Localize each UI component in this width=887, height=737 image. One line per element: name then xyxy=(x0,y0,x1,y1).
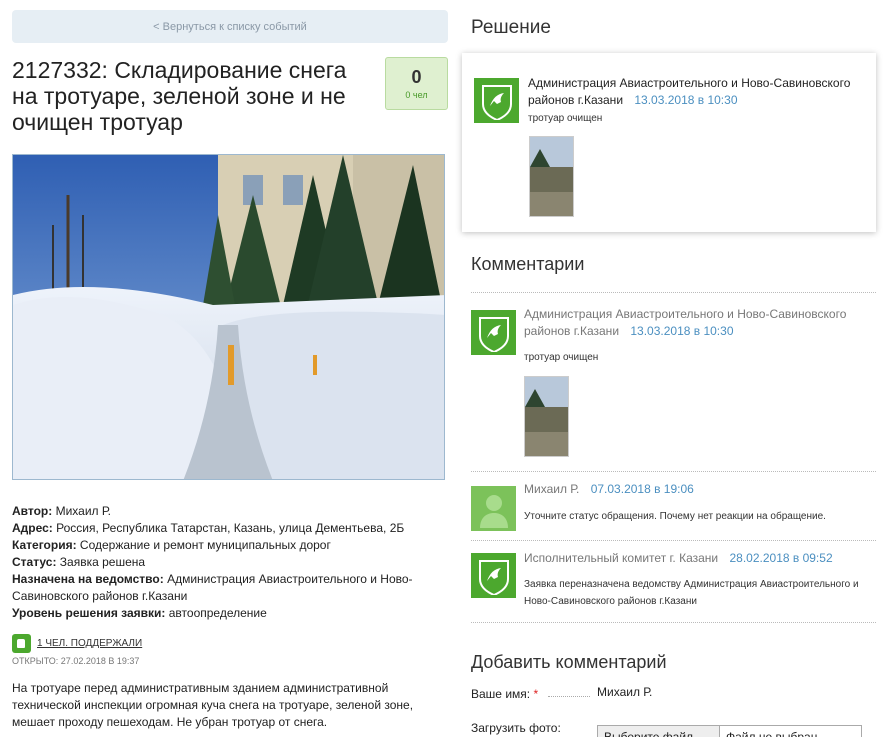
back-to-events-button[interactable]: < Вернуться к списку событий xyxy=(12,10,448,43)
name-label: Ваше имя: * xyxy=(471,687,539,701)
issue-title: 2127332: Складирование снега на тротуаре… xyxy=(12,57,347,135)
comment-author: Администрация Авиастроительного и Ново-С… xyxy=(524,307,847,338)
divider xyxy=(548,696,590,697)
issue-photo[interactable] xyxy=(12,154,445,480)
choose-file-button[interactable]: Выберите файл xyxy=(598,726,720,737)
opened-date: ОТКРЫТО: 27.02.2018 В 19:37 xyxy=(12,656,140,666)
comment-text: тротуар очищен xyxy=(524,352,599,363)
coat-of-arms-icon xyxy=(471,310,516,355)
comment-text: Заявка переназначена ведомству Администр… xyxy=(524,579,859,607)
divider xyxy=(471,471,876,472)
info-address: Адрес: Россия, Республика Татарстан, Каз… xyxy=(12,521,405,535)
comment-date: 13.03.2018 в 10:30 xyxy=(630,324,734,338)
info-status: Статус: Заявка решена xyxy=(12,555,146,569)
issue-description: На тротуаре перед административным здани… xyxy=(12,681,414,729)
file-upload-input[interactable]: Выберите файл Файл не выбран xyxy=(597,725,862,737)
coat-of-arms-icon xyxy=(474,78,519,123)
divider xyxy=(471,540,876,541)
votes-unit: 0 чел xyxy=(405,90,428,100)
upload-label: Загрузить фото: xyxy=(471,721,561,735)
comment-photo-thumbnail[interactable] xyxy=(524,376,569,457)
file-status: Файл не выбран xyxy=(726,730,818,737)
divider xyxy=(471,622,876,623)
info-category: Категория: Содержание и ремонт муниципал… xyxy=(12,538,331,552)
snow-scene-image xyxy=(13,155,444,479)
comment-text: Уточните статус обращения. Почему нет ре… xyxy=(524,511,826,522)
solution-date: 13.03.2018 в 10:30 xyxy=(634,93,738,107)
solution-author: Администрация Авиастроительного и Ново-С… xyxy=(528,76,851,107)
support-block[interactable]: 1 ЧЕЛ. ПОДДЕРЖАЛИ xyxy=(12,634,142,653)
comment-date: 07.03.2018 в 19:06 xyxy=(590,482,694,496)
name-field[interactable]: Михаил Р. xyxy=(597,685,652,699)
add-comment-heading: Добавить комментарий xyxy=(471,652,667,672)
comment-author: Исполнительный комитет г. Казани 28.02.2… xyxy=(524,551,833,565)
user-avatar-icon xyxy=(471,486,516,531)
info-author: Автор: Михаил Р. xyxy=(12,504,111,518)
votes-counter[interactable]: 0 0 чел xyxy=(385,57,448,110)
divider xyxy=(471,292,876,293)
votes-count: 0 xyxy=(411,67,422,87)
supporters-link[interactable]: 1 ЧЕЛ. ПОДДЕРЖАЛИ xyxy=(37,638,142,649)
thumbs-up-icon[interactable] xyxy=(12,634,31,653)
coat-of-arms-icon xyxy=(471,553,516,598)
solution-card: Администрация Авиастроительного и Ново-С… xyxy=(462,53,876,232)
comment-date: 28.02.2018 в 09:52 xyxy=(729,551,833,565)
info-level: Уровень решения заявки: автоопределение xyxy=(12,606,267,620)
solution-heading: Решение xyxy=(471,17,551,38)
comment-author: Михаил Р. 07.03.2018 в 19:06 xyxy=(524,482,694,496)
solution-text: тротуар очищен xyxy=(528,113,603,124)
required-mark: * xyxy=(533,687,539,701)
issue-info: Автор: Михаил Р. Адрес: Россия, Республи… xyxy=(12,503,452,622)
info-assigned: Назначена на ведомство: Администрация Ав… xyxy=(12,572,413,603)
solution-photo-thumbnail[interactable] xyxy=(529,136,574,217)
comments-heading: Комментарии xyxy=(471,254,585,274)
